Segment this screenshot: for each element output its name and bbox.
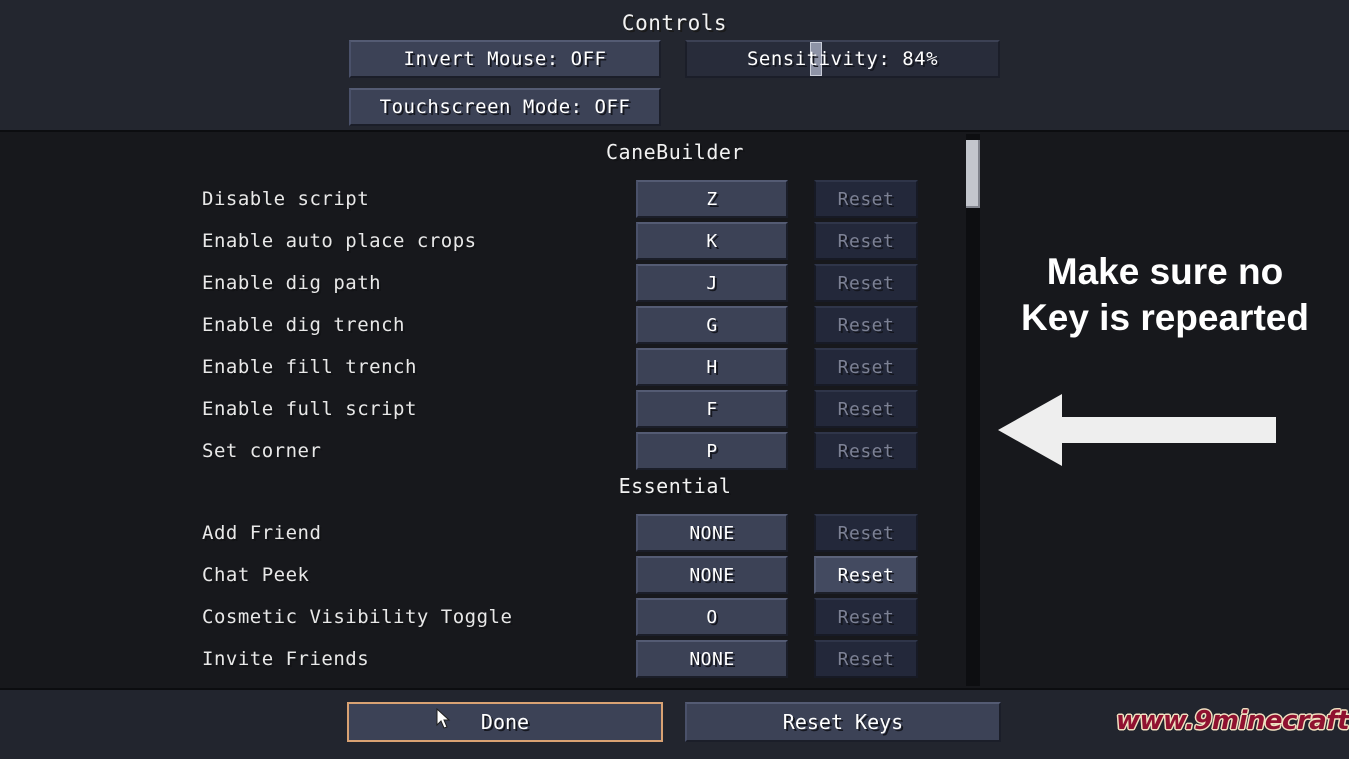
keybind-reset-button: Reset [814,390,918,428]
invert-mouse-button[interactable]: Invert Mouse: OFF [349,40,661,78]
keybind-row: Cosmetic Visibility Toggle O Reset [0,598,1349,640]
section-header: CaneBuilder [606,140,744,164]
keybind-reset-button[interactable]: Reset [814,556,918,594]
keybind-key-button[interactable]: J [636,264,788,302]
sensitivity-slider[interactable]: Sensitivity: 84% [685,40,1000,78]
keybind-reset-button: Reset [814,432,918,470]
keybind-reset-button: Reset [814,640,918,678]
mouse-cursor-icon [436,708,451,729]
keybind-key-button[interactable]: NONE [636,556,788,594]
keybind-reset-button: Reset [814,264,918,302]
keybind-label: Chat Peek [202,564,310,586]
keybind-reset-button: Reset [814,598,918,636]
keybind-key-button[interactable]: P [636,432,788,470]
keybind-reset-button: Reset [814,180,918,218]
reset-keys-button[interactable]: Reset Keys [685,702,1001,742]
keybind-label: Cosmetic Visibility Toggle [202,606,513,628]
keybind-key-button[interactable]: K [636,222,788,260]
section-header: Essential [618,474,732,498]
keybind-key-button[interactable]: Z [636,180,788,218]
keybind-reset-button: Reset [814,306,918,344]
keybind-label: Enable dig trench [202,314,405,336]
scrollbar-track[interactable] [966,134,980,686]
annotation-line-2: Key is repearted [1021,297,1309,339]
watermark: www.9minecraft.net [1116,706,1349,736]
keybind-key-button[interactable]: H [636,348,788,386]
keybind-label: Disable script [202,188,370,210]
touchscreen-mode-button[interactable]: Touchscreen Mode: OFF [349,88,661,126]
keybind-reset-button: Reset [814,222,918,260]
keybind-label: Enable dig path [202,272,382,294]
keybind-label: Enable full script [202,398,417,420]
controls-header-panel: Controls Invert Mouse: OFF Touchscreen M… [0,0,1349,132]
left-arrow-icon [998,394,1276,466]
keybind-key-button[interactable]: NONE [636,514,788,552]
annotation-line-1: Make sure no [1046,251,1284,292]
keybind-row: Enable fill trench H Reset [0,348,1349,390]
done-button[interactable]: Done [347,702,663,742]
page-title: Controls [621,11,728,35]
keybind-row: Add Friend NONE Reset [0,514,1349,556]
keybind-reset-button: Reset [814,514,918,552]
keybind-row: Disable script Z Reset [0,180,1349,222]
keybind-row: Chat Peek NONE Reset [0,556,1349,598]
keybind-label: Invite Friends [202,648,370,670]
keybind-row: Invite Friends NONE Reset [0,640,1349,682]
keybind-key-button[interactable]: NONE [636,640,788,678]
keybind-key-button[interactable]: G [636,306,788,344]
keybind-key-button[interactable]: F [636,390,788,428]
keybind-label: Add Friend [202,522,322,544]
scrollbar-thumb[interactable] [966,140,980,208]
keybind-label: Enable auto place crops [202,230,477,252]
keybind-label: Set corner [202,440,322,462]
annotation-text: Make sure no Key is repearted [995,249,1335,342]
minecraft-controls-screen: Controls Invert Mouse: OFF Touchscreen M… [0,0,1349,759]
keybind-label: Enable fill trench [202,356,417,378]
keybind-reset-button: Reset [814,348,918,386]
keybind-key-button[interactable]: O [636,598,788,636]
sensitivity-slider-label: Sensitivity: 84% [746,48,939,70]
